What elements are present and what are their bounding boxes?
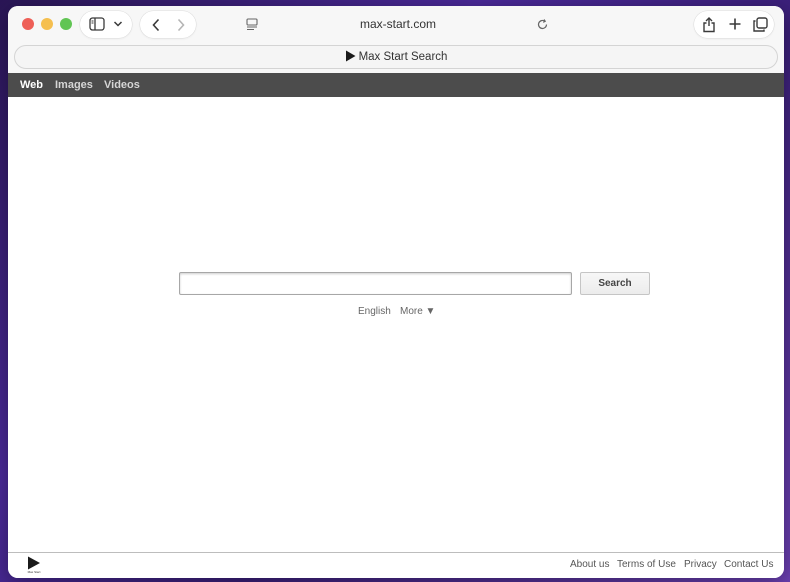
language-more-link[interactable]: More ▼: [400, 306, 435, 317]
url-text: max-start.com: [359, 17, 436, 31]
footer-about-link[interactable]: About us: [570, 559, 609, 570]
active-tab[interactable]: Max Start Search: [15, 46, 777, 68]
share-icon[interactable]: [702, 16, 716, 33]
window-actions-group: [694, 11, 774, 38]
forward-icon[interactable]: [176, 18, 186, 32]
search-input[interactable]: [179, 272, 572, 295]
footer: Max Start About us Terms of Use Privacy …: [8, 552, 784, 578]
history-nav-group: [140, 11, 196, 38]
reload-icon[interactable]: [536, 18, 549, 31]
footer-logo-text: Max Start: [27, 570, 41, 574]
nav-images[interactable]: Images: [55, 73, 93, 97]
language-english-link[interactable]: English: [358, 306, 391, 317]
sidebar-icon[interactable]: [89, 17, 105, 31]
search-button[interactable]: Search: [580, 272, 650, 295]
tab-bar[interactable]: Max Start Search: [14, 45, 778, 69]
search-category-bar: Web Images Videos: [8, 73, 784, 97]
chevron-down-icon[interactable]: [113, 20, 123, 28]
footer-privacy-link[interactable]: Privacy: [684, 559, 717, 570]
back-icon[interactable]: [151, 18, 161, 32]
zoom-window-button[interactable]: [60, 18, 72, 30]
nav-videos[interactable]: Videos: [104, 73, 140, 97]
address-bar[interactable]: max-start.com: [238, 11, 558, 38]
sidebar-toggle-group: [80, 11, 132, 38]
browser-window: max-start.com Max Start Search Web Image…: [8, 6, 784, 578]
minimize-window-button[interactable]: [41, 18, 53, 30]
max-start-logo-icon: [345, 50, 356, 62]
browser-toolbar: max-start.com Max Start Search: [8, 6, 784, 76]
close-window-button[interactable]: [22, 18, 34, 30]
nav-web[interactable]: Web: [20, 73, 43, 97]
tab-title-text: Max Start Search: [358, 51, 448, 63]
tab-overview-icon[interactable]: [753, 17, 768, 32]
new-tab-icon[interactable]: [728, 17, 742, 31]
footer-contact-link[interactable]: Contact Us: [724, 559, 773, 570]
footer-terms-link[interactable]: Terms of Use: [617, 559, 676, 570]
